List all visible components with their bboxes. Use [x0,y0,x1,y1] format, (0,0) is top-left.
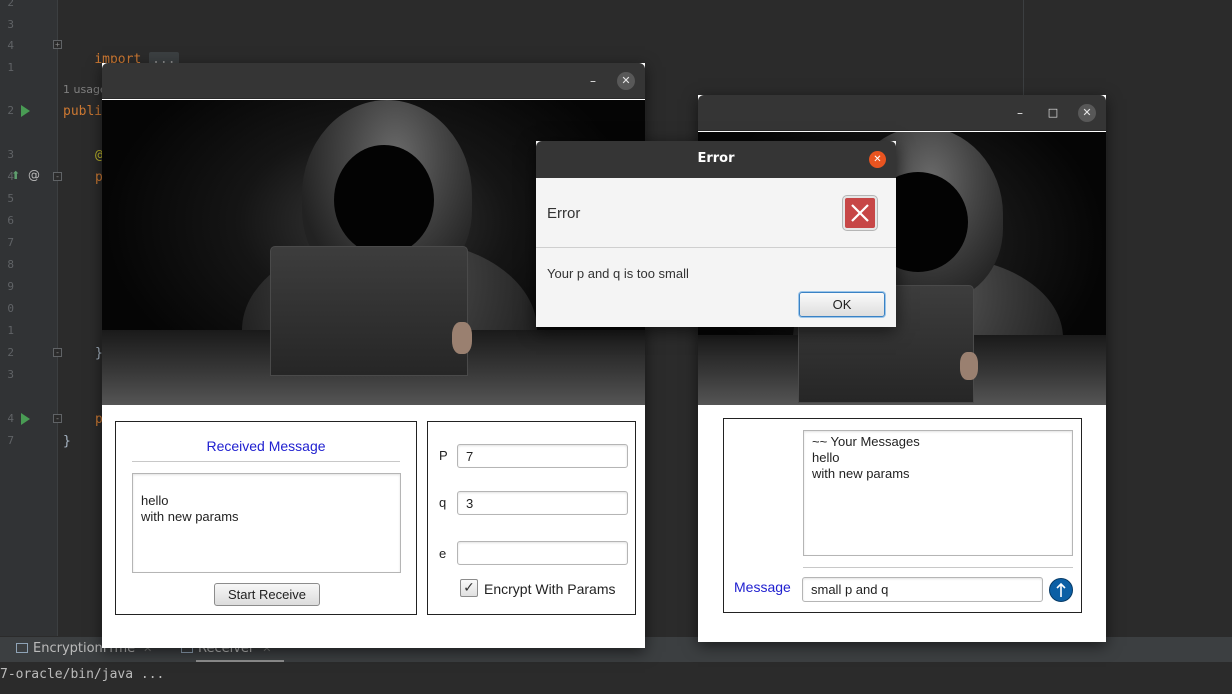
minimize-icon[interactable]: – [584,72,602,90]
editor-gutter: 2 3 4 1 2 3 4 5 6 7 8 9 0 1 2 3 4 7 ⬆ @ … [0,0,62,636]
params-panel: P 7 q 3 e ✓ Encrypt With Params [427,421,636,615]
error-x-icon [843,196,877,230]
line-number: 5 [7,192,14,205]
divider [132,461,400,462]
at-icon: @ [28,168,40,182]
line-number: 1 [7,61,14,74]
start-receive-button[interactable]: Start Receive [214,583,320,606]
dialog-titlebar[interactable]: Error ✕ [536,141,896,178]
console-output: 7-oracle/bin/java ... [0,662,1232,694]
ok-button[interactable]: OK [799,292,885,317]
maximize-icon[interactable]: □ [1044,104,1062,122]
e-label: e [439,546,447,561]
run-config-icon [16,643,28,653]
send-button[interactable] [1049,578,1073,602]
console-line: 7-oracle/bin/java ... [0,667,165,682]
line-number: 1 [7,324,14,337]
window-titlebar[interactable]: – □ ✕ [698,95,1106,131]
message-label: Message [734,579,791,595]
line-number: 6 [7,214,14,227]
encrypt-checkbox-label[interactable]: Encrypt With Params [484,581,615,597]
received-message-title: Received Message [206,438,326,454]
window-titlebar[interactable]: – ✕ [102,63,645,99]
line-number: 7 [7,236,14,249]
fold-minus-icon[interactable]: - [53,348,62,357]
override-icon[interactable]: ⬆ [11,169,20,182]
close-icon[interactable]: ✕ [869,151,886,168]
close-icon[interactable]: ✕ [1078,104,1096,122]
encrypt-checkbox[interactable]: ✓ [460,579,478,597]
message-input[interactable]: small p and q [802,577,1043,602]
q-label: q [439,495,447,510]
error-dialog: Error ✕ Error Your p and q is too small … [536,141,896,327]
p-input[interactable]: 7 [457,444,628,468]
e-input[interactable] [457,541,628,565]
line-number: 4 [7,39,14,52]
messages-area[interactable]: ~~ Your Messages hello with new params [803,430,1073,556]
line-number: 2 [7,346,14,359]
dialog-header-text: Error [547,205,581,222]
run-icon[interactable] [21,413,30,425]
line-number: 3 [7,148,14,161]
run-icon[interactable] [21,105,30,117]
line-number: 2 [7,104,14,117]
p-label: P [439,448,448,463]
line-number: 0 [7,302,14,315]
fold-minus-icon[interactable]: - [53,172,62,181]
line-number: 9 [7,280,14,293]
line-number: 8 [7,258,14,271]
dialog-message: Your p and q is too small [547,266,689,281]
usage-hint[interactable]: 1 usage [63,83,107,96]
q-input[interactable]: 3 [457,491,628,515]
dialog-header: Error [536,178,896,248]
close-icon[interactable]: ✕ [617,72,635,90]
line-number: 4 [7,412,14,425]
minimize-icon[interactable]: – [1011,104,1029,122]
line-number: 3 [7,368,14,381]
public-keyword: publi [63,104,103,119]
fold-plus-icon[interactable]: + [53,40,62,49]
received-message-area[interactable]: hello with new params [132,473,401,573]
close-brace: } [63,434,71,449]
message-panel: ~~ Your Messages hello with new params M… [723,418,1082,613]
line-number: 7 [7,434,14,447]
fold-minus-icon[interactable]: - [53,414,62,423]
arrow-up-icon [1056,582,1066,597]
divider [803,567,1073,568]
received-message-panel: Received Message hello with new params S… [115,421,417,615]
dialog-title: Error [697,151,735,166]
line-number: 3 [7,18,14,31]
line-number: 2 [7,0,14,9]
